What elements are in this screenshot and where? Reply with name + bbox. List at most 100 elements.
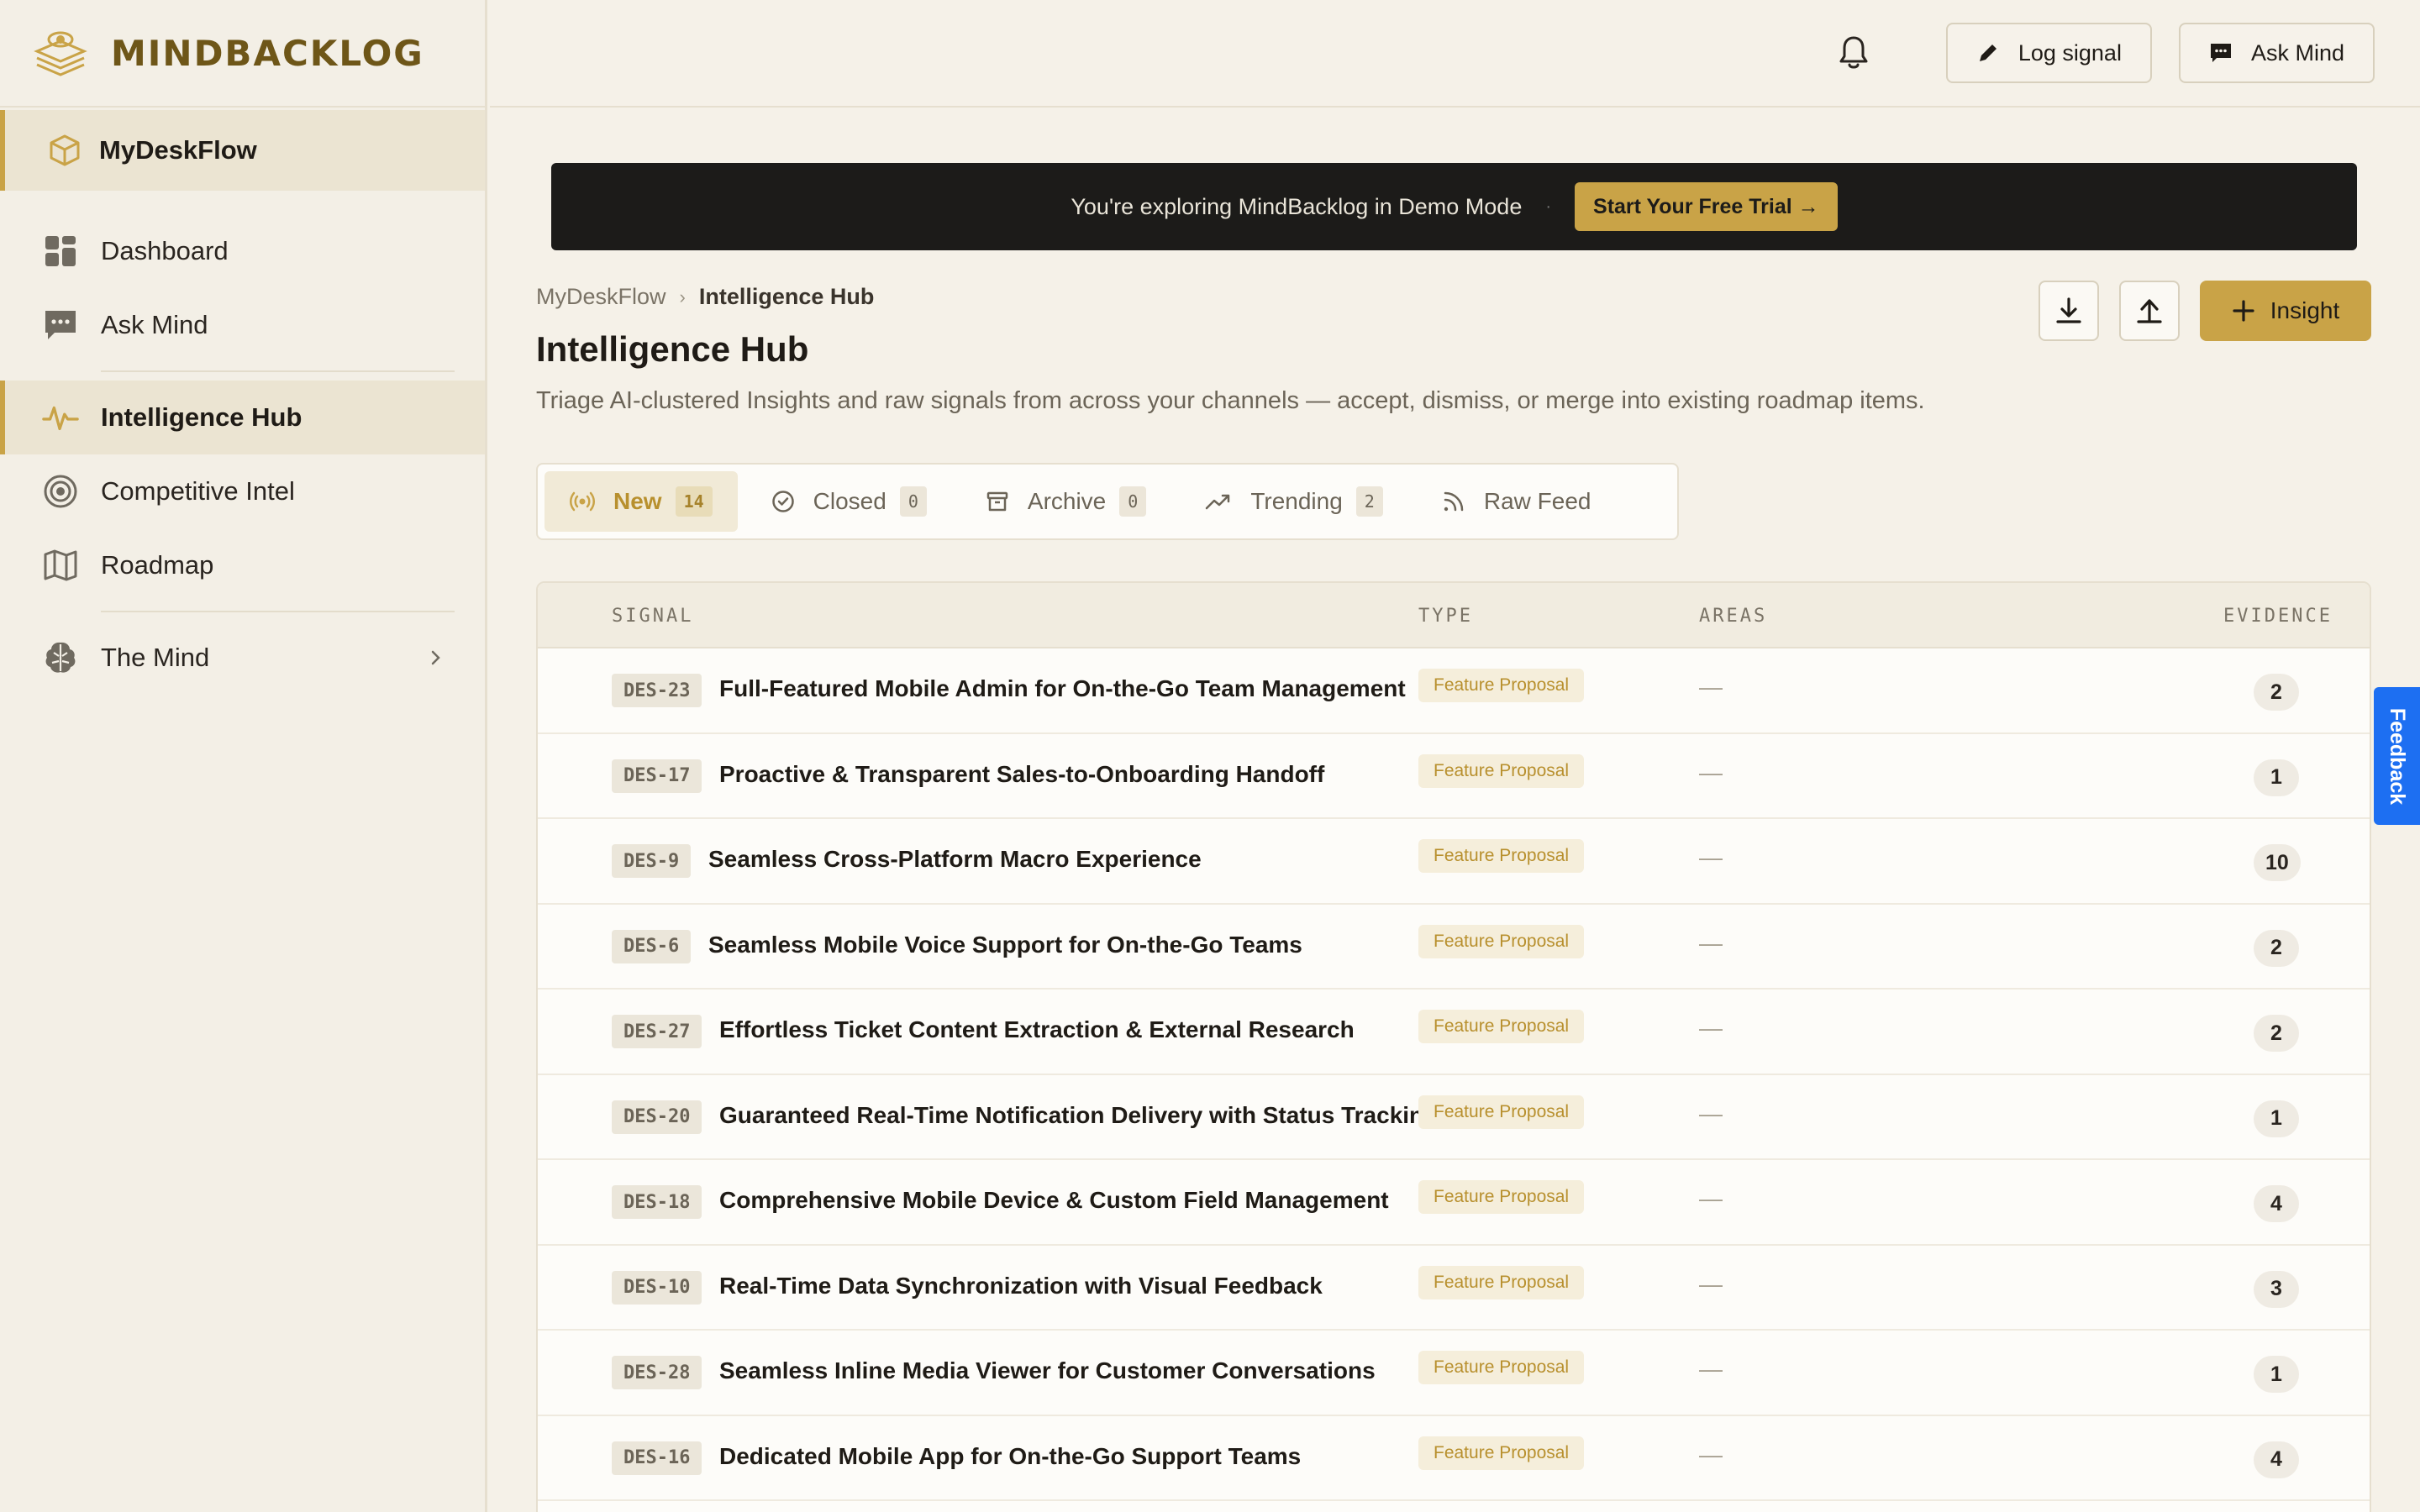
areas-value: — <box>1699 844 1723 870</box>
cube-icon <box>50 134 80 166</box>
signal-title[interactable]: Effortless Ticket Content Extraction & E… <box>719 1016 1355 1043</box>
type-badge: Feature Proposal <box>1418 1180 1585 1214</box>
signal-title[interactable]: Seamless Cross-Platform Macro Experience <box>708 846 1202 873</box>
signal-title[interactable]: Proactive & Transparent Sales-to-Onboard… <box>719 761 1324 788</box>
evidence-count: 2 <box>2254 929 2299 967</box>
logo-icon <box>34 31 87 76</box>
tab-label: Raw Feed <box>1483 488 1591 514</box>
table-row[interactable]: DES-17 Proactive & Transparent Sales-to-… <box>538 734 2370 819</box>
table-row[interactable]: DES-20 Guaranteed Real-Time Notification… <box>538 1075 2370 1160</box>
evidence-count: 2 <box>2254 674 2299 711</box>
upload-icon <box>2137 299 2162 323</box>
app-name: MINDBACKLOG <box>111 32 424 74</box>
workspace-name: MyDeskFlow <box>99 135 257 165</box>
chat-icon <box>42 307 79 344</box>
banner-separator: · <box>1545 197 1552 216</box>
signal-id: DES-18 <box>612 1185 702 1219</box>
table-row[interactable]: DES-10 Real-Time Data Synchronization wi… <box>538 1246 2370 1331</box>
table-row[interactable]: DES-6 Seamless Mobile Voice Support for … <box>538 905 2370 990</box>
sidebar-item-the-mind[interactable]: The Mind <box>0 621 485 695</box>
page-description: Triage AI-clustered Insights and raw sig… <box>536 387 1925 414</box>
column-header-areas[interactable]: AREAS <box>1699 606 1767 627</box>
start-trial-button[interactable]: Start Your Free Trial → <box>1575 182 1838 231</box>
target-icon <box>42 473 79 510</box>
sidebar-item-intelligence-hub[interactable]: Intelligence Hub <box>0 381 485 454</box>
signal-title[interactable]: Seamless Inline Media Viewer for Custome… <box>719 1357 1376 1384</box>
signal-id: DES-28 <box>612 1356 702 1389</box>
areas-value: — <box>1699 929 1723 956</box>
upload-button[interactable] <box>2119 281 2180 341</box>
type-badge: Feature Proposal <box>1418 839 1585 873</box>
brain-icon <box>42 639 79 676</box>
table-row[interactable]: DES-27 Effortless Ticket Content Extract… <box>538 990 2370 1075</box>
tab-new[interactable]: New 14 <box>544 471 738 532</box>
column-header-evidence[interactable]: EVIDENCE <box>2223 606 2333 627</box>
sidebar-item-competitive-intel[interactable]: Competitive Intel <box>0 454 485 528</box>
sidebar-item-roadmap[interactable]: Roadmap <box>0 528 485 602</box>
evidence-count: 1 <box>2254 1356 2299 1393</box>
divider <box>101 611 455 612</box>
column-header-type[interactable]: TYPE <box>1418 606 1473 627</box>
type-badge: Feature Proposal <box>1418 1265 1585 1299</box>
evidence-count: 1 <box>2254 1100 2299 1137</box>
sidebar-item-label: The Mind <box>101 643 210 672</box>
sidebar-item-label: Competitive Intel <box>101 476 295 506</box>
divider <box>101 370 455 372</box>
ask-mind-button[interactable]: Ask Mind <box>2178 23 2375 83</box>
sidebar-item-ask-mind[interactable]: Ask Mind <box>0 288 485 362</box>
column-header-signal[interactable]: SIGNAL <box>612 606 693 627</box>
chat-icon <box>2210 44 2231 62</box>
signal-title[interactable]: Guaranteed Real-Time Notification Delive… <box>719 1102 1438 1129</box>
signal-title[interactable]: Seamless Mobile Voice Support for On-the… <box>708 932 1302 958</box>
signal-id: DES-17 <box>612 759 702 793</box>
areas-value: — <box>1699 1270 1723 1297</box>
areas-value: — <box>1699 759 1723 785</box>
dashboard-icon <box>42 233 79 270</box>
breadcrumb-separator: › <box>679 286 686 307</box>
table-row[interactable]: DES-18 Comprehensive Mobile Device & Cus… <box>538 1160 2370 1246</box>
sidebar-item-dashboard[interactable]: Dashboard <box>0 214 485 288</box>
download-icon <box>2056 297 2081 323</box>
tab-count: 0 <box>1119 486 1147 517</box>
rss-icon <box>1444 491 1464 512</box>
evidence-count: 4 <box>2254 1185 2299 1222</box>
table-row[interactable]: DES-9 Seamless Cross-Platform Macro Expe… <box>538 819 2370 905</box>
feedback-tab[interactable]: Feedback <box>2374 687 2420 825</box>
pulse-icon <box>42 399 79 436</box>
evidence-count: 1 <box>2254 759 2299 796</box>
areas-value: — <box>1699 1441 1723 1467</box>
breadcrumb-current: Intelligence Hub <box>698 284 875 309</box>
check-circle-icon <box>771 491 794 512</box>
download-button[interactable] <box>2039 281 2099 341</box>
signal-title[interactable]: Comprehensive Mobile Device & Custom Fie… <box>719 1187 1389 1214</box>
type-badge: Feature Proposal <box>1418 1436 1585 1470</box>
workspace-switcher[interactable]: MyDeskFlow <box>0 110 485 191</box>
demo-banner: You're exploring MindBacklog in Demo Mod… <box>551 163 2357 250</box>
log-signal-button[interactable]: Log signal <box>1945 23 2152 83</box>
tab-raw-feed[interactable]: Raw Feed <box>1417 471 1617 532</box>
page-title: Intelligence Hub <box>536 329 809 369</box>
table-row[interactable]: DES-16 Dedicated Mobile App for On-the-G… <box>538 1416 2370 1501</box>
add-insight-button[interactable]: Insight <box>2200 281 2371 341</box>
insight-label: Insight <box>2270 297 2340 323</box>
sidebar-item-label: Dashboard <box>101 236 229 265</box>
areas-value: — <box>1699 1100 1723 1126</box>
areas-value: — <box>1699 1185 1723 1211</box>
bell-icon[interactable] <box>1828 28 1879 78</box>
tab-archive[interactable]: Archive 0 <box>960 471 1171 532</box>
signal-title[interactable]: Real-Time Data Synchronization with Visu… <box>719 1273 1323 1299</box>
table-header: SIGNAL TYPE AREAS EVIDENCE <box>538 583 2370 648</box>
tab-trending[interactable]: Trending 2 <box>1180 471 1408 532</box>
signal-id: DES-27 <box>612 1015 702 1048</box>
signal-title[interactable]: Full-Featured Mobile Admin for On-the-Go… <box>719 675 1406 702</box>
table-row[interactable]: DES-23 Full-Featured Mobile Admin for On… <box>538 648 2370 734</box>
logo[interactable]: MINDBACKLOG <box>0 0 485 108</box>
table-row[interactable]: DES-28 Seamless Inline Media Viewer for … <box>538 1331 2370 1416</box>
breadcrumb-parent[interactable]: MyDeskFlow <box>536 284 666 310</box>
sidebar: MINDBACKLOG MyDeskFlow Dashboard Ask Min… <box>0 0 487 1512</box>
signal-title[interactable]: Dedicated Mobile App for On-the-Go Suppo… <box>719 1443 1301 1470</box>
tab-closed[interactable]: Closed 0 <box>746 471 952 532</box>
evidence-count: 2 <box>2254 1015 2299 1052</box>
sidebar-item-label: Roadmap <box>101 550 214 580</box>
banner-text: You're exploring MindBacklog in Demo Mod… <box>1071 193 1523 219</box>
